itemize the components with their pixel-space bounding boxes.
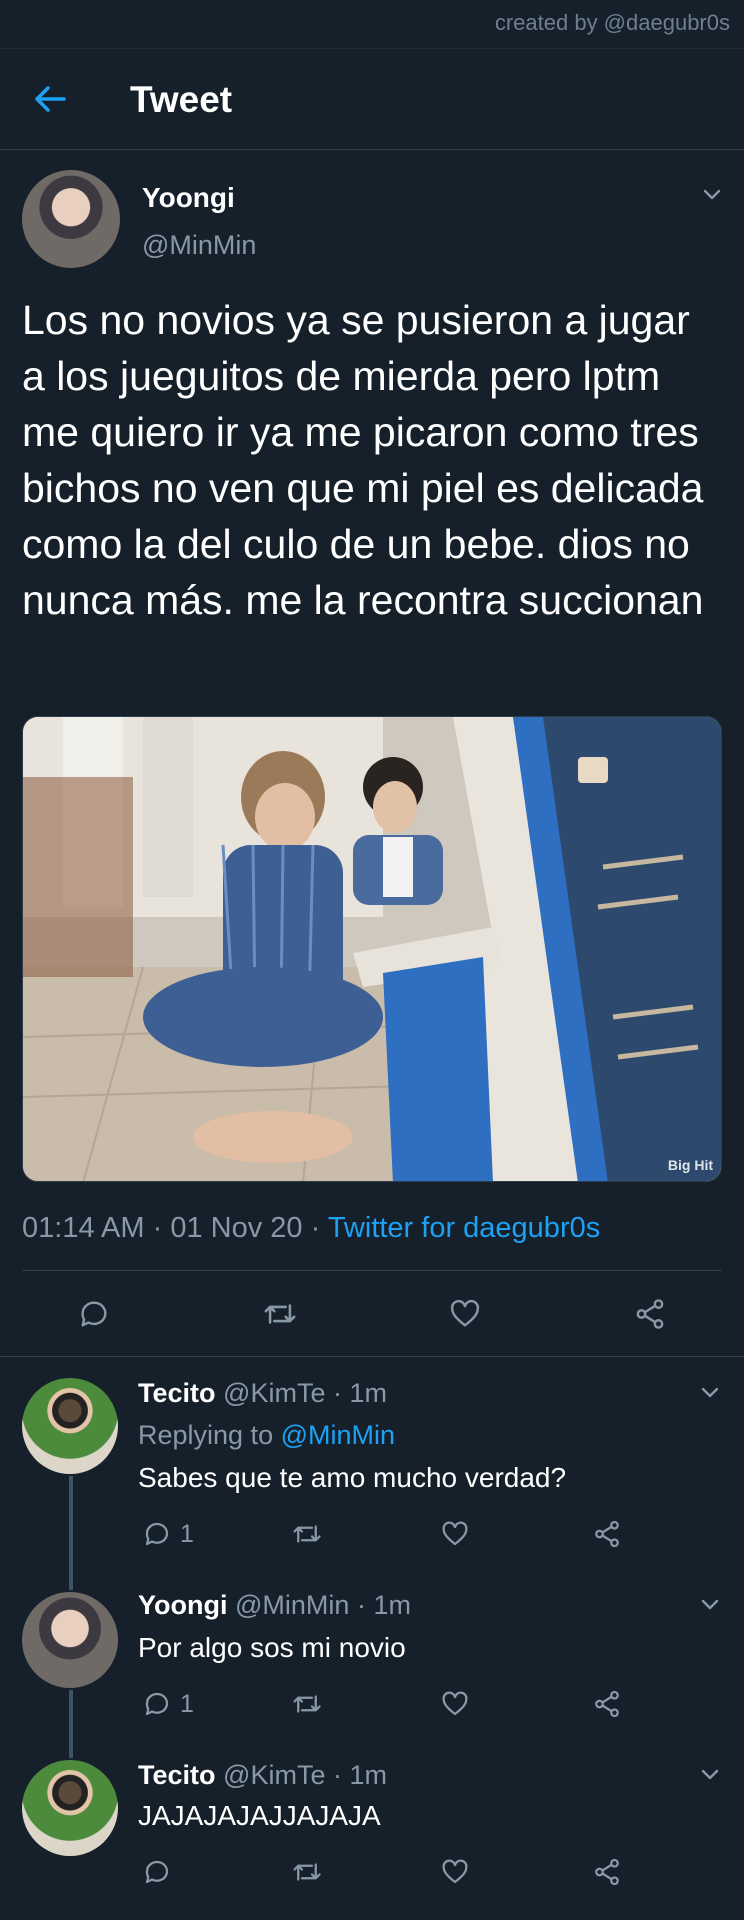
photo-watermark: Big Hit xyxy=(667,1157,713,1173)
share-button[interactable] xyxy=(592,1854,622,1890)
thread-line xyxy=(69,1690,73,1758)
reply-header: Tecito @KimTe · 1m xyxy=(138,1378,387,1409)
reply-author-handle[interactable]: @KimTe xyxy=(223,1378,325,1408)
reply-author-name[interactable]: Tecito xyxy=(138,1760,216,1790)
retweet-button[interactable] xyxy=(260,1294,300,1334)
meta-separator: · xyxy=(310,1212,321,1244)
reply-age: 1m xyxy=(373,1590,411,1620)
retweet-icon xyxy=(264,1304,296,1324)
avatar[interactable] xyxy=(22,1378,118,1474)
reply-text: Sabes que te amo mucho verdad? xyxy=(138,1462,567,1493)
watermark-text: created by @daegubr0s xyxy=(494,10,730,35)
tweet-photo[interactable]: Big Hit xyxy=(22,716,722,1182)
retweet-icon xyxy=(293,1695,321,1713)
page-title: Tweet xyxy=(130,79,233,120)
replying-to: Replying to @MinMin xyxy=(138,1420,395,1451)
reply-author-handle[interactable]: @MinMin xyxy=(235,1590,349,1620)
tweet-source[interactable]: Twitter for daegubr0s xyxy=(328,1212,600,1244)
reply-text: Por algo sos mi novio xyxy=(138,1632,406,1663)
chevron-down-icon[interactable] xyxy=(698,1592,722,1616)
tweet-meta: 01:14 AM · 01 Nov 20 · Twitter for daegu… xyxy=(22,1212,600,1245)
meta-separator: · xyxy=(152,1212,163,1244)
like-button[interactable] xyxy=(440,1516,470,1552)
tweet-time: 01:14 AM xyxy=(22,1212,145,1244)
replying-to-label: Replying to xyxy=(138,1420,281,1450)
reply-age: 1m xyxy=(349,1760,388,1790)
heart-icon xyxy=(442,1691,468,1716)
share-button[interactable] xyxy=(592,1686,622,1722)
share-icon xyxy=(595,1520,619,1548)
reply-age: 1m xyxy=(349,1378,388,1408)
share-icon xyxy=(595,1690,619,1718)
tweet-text: Los no novios ya se pusieron a jugar a l… xyxy=(22,297,704,623)
share-icon xyxy=(595,1858,619,1886)
photo-illustration xyxy=(23,717,721,1181)
reply-count: 1 xyxy=(180,1689,194,1718)
reply-header: Yoongi @MinMin · 1m xyxy=(138,1590,411,1621)
heart-icon xyxy=(442,1521,468,1546)
meta-separator: · xyxy=(356,1590,366,1620)
replying-to-mention[interactable]: @MinMin xyxy=(281,1420,395,1450)
meta-separator: · xyxy=(332,1378,342,1408)
like-button[interactable] xyxy=(445,1294,485,1334)
reply-button[interactable]: 1 xyxy=(142,1516,194,1552)
retweet-button[interactable] xyxy=(290,1516,324,1552)
retweet-icon xyxy=(293,1525,321,1543)
reply-author-handle[interactable]: @KimTe xyxy=(223,1760,325,1790)
share-button[interactable] xyxy=(592,1516,622,1552)
retweet-icon xyxy=(293,1863,321,1881)
thread-line xyxy=(69,1476,73,1590)
reply-text: JAJAJAJAJJAJAJA xyxy=(138,1800,381,1831)
reply-author-name[interactable]: Tecito xyxy=(138,1378,216,1408)
tweet-date: 01 Nov 20 xyxy=(170,1212,303,1244)
chevron-down-icon[interactable] xyxy=(698,1380,722,1404)
chevron-down-icon[interactable] xyxy=(700,182,724,206)
author-name[interactable]: Yoongi xyxy=(142,182,235,214)
top-bar: Tweet xyxy=(0,48,744,150)
reply-button[interactable]: 1 xyxy=(142,1686,194,1722)
comment-icon xyxy=(145,1692,169,1716)
reply-author-name[interactable]: Yoongi xyxy=(138,1590,227,1620)
comment-icon xyxy=(145,1860,169,1884)
arrow-left-icon xyxy=(35,86,66,112)
divider xyxy=(0,1356,744,1357)
back-button[interactable] xyxy=(30,79,70,119)
meta-separator: · xyxy=(332,1760,342,1790)
avatar[interactable] xyxy=(22,1760,118,1856)
like-button[interactable] xyxy=(440,1686,470,1722)
share-icon xyxy=(636,1299,664,1329)
reply-button[interactable] xyxy=(74,1294,114,1334)
comment-icon xyxy=(81,1301,107,1327)
reply-header: Tecito @KimTe · 1m xyxy=(138,1760,387,1791)
comment-icon xyxy=(145,1522,169,1546)
retweet-button[interactable] xyxy=(290,1686,324,1722)
share-button[interactable] xyxy=(630,1294,670,1334)
author-handle[interactable]: @MinMin xyxy=(142,230,256,261)
divider xyxy=(22,1270,722,1271)
reply-button[interactable] xyxy=(142,1854,180,1890)
avatar[interactable] xyxy=(22,1592,118,1688)
avatar[interactable] xyxy=(22,170,120,268)
reply-count: 1 xyxy=(180,1519,194,1548)
heart-icon xyxy=(442,1859,468,1884)
retweet-button[interactable] xyxy=(290,1854,324,1890)
like-button[interactable] xyxy=(440,1854,470,1890)
chevron-down-icon[interactable] xyxy=(698,1762,722,1786)
heart-icon xyxy=(450,1299,480,1327)
